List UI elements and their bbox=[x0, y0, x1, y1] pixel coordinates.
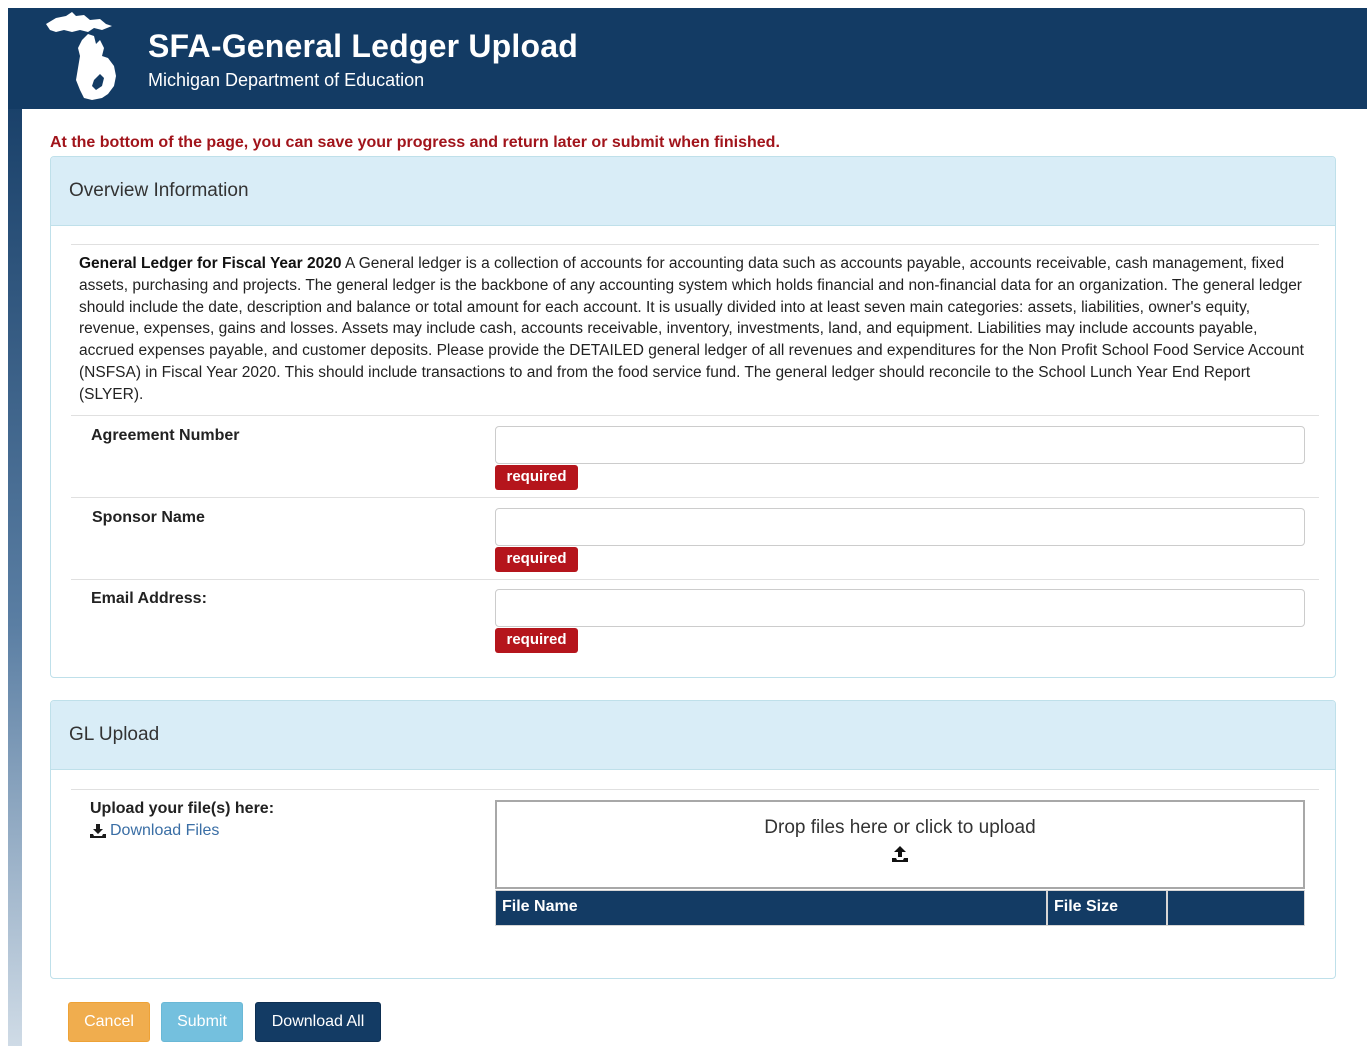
file-dropzone[interactable]: Drop files here or click to upload bbox=[495, 800, 1305, 889]
divider bbox=[71, 579, 1319, 580]
file-size-column-header: File Size bbox=[1048, 891, 1168, 925]
page-left-edge bbox=[8, 108, 22, 1046]
app-header: SFA-General Ledger Upload Michigan Depar… bbox=[8, 8, 1367, 109]
overview-panel: Overview Information General Ledger for … bbox=[50, 156, 1336, 678]
divider bbox=[71, 497, 1319, 498]
dropzone-text: Drop files here or click to upload bbox=[764, 817, 1036, 838]
sponsor-name-input[interactable] bbox=[495, 508, 1305, 546]
overview-description: General Ledger for Fiscal Year 2020 A Ge… bbox=[79, 253, 1309, 406]
required-badge: required bbox=[495, 547, 578, 572]
required-badge: required bbox=[495, 628, 578, 653]
sponsor-name-label: Sponsor Name bbox=[92, 509, 205, 526]
submit-button[interactable]: Submit bbox=[161, 1002, 243, 1042]
description-title: General Ledger for Fiscal Year 2020 bbox=[79, 255, 342, 272]
agreement-number-label: Agreement Number bbox=[91, 427, 240, 444]
agreement-number-input[interactable] bbox=[495, 426, 1305, 464]
divider bbox=[71, 244, 1319, 245]
divider bbox=[71, 415, 1319, 416]
required-badge: required bbox=[495, 465, 578, 490]
download-all-button[interactable]: Download All bbox=[255, 1002, 381, 1042]
download-files-link[interactable]: Download Files bbox=[90, 822, 219, 840]
cancel-button[interactable]: Cancel bbox=[68, 1002, 150, 1042]
download-icon bbox=[90, 824, 106, 838]
upload-icon bbox=[892, 846, 908, 862]
gl-upload-heading: GL Upload bbox=[51, 701, 1335, 770]
gl-upload-panel: GL Upload Upload your file(s) here: Down… bbox=[50, 700, 1336, 979]
description-text: A General ledger is a collection of acco… bbox=[79, 255, 1304, 403]
file-name-column-header: File Name bbox=[496, 891, 1048, 925]
overview-heading: Overview Information bbox=[51, 157, 1335, 226]
upload-files-label: Upload your file(s) here: bbox=[90, 800, 275, 817]
download-files-label: Download Files bbox=[110, 822, 220, 839]
actions-column-header bbox=[1168, 891, 1304, 925]
divider bbox=[71, 789, 1319, 790]
michigan-state-logo-icon bbox=[46, 12, 116, 100]
email-address-input[interactable] bbox=[495, 589, 1305, 627]
page-title: SFA-General Ledger Upload bbox=[148, 28, 578, 64]
email-address-label: Email Address: bbox=[91, 590, 207, 607]
save-progress-notice: At the bottom of the page, you can save … bbox=[50, 134, 780, 151]
page-subtitle: Michigan Department of Education bbox=[148, 70, 425, 90]
file-table-header: File Name File Size bbox=[495, 890, 1305, 926]
